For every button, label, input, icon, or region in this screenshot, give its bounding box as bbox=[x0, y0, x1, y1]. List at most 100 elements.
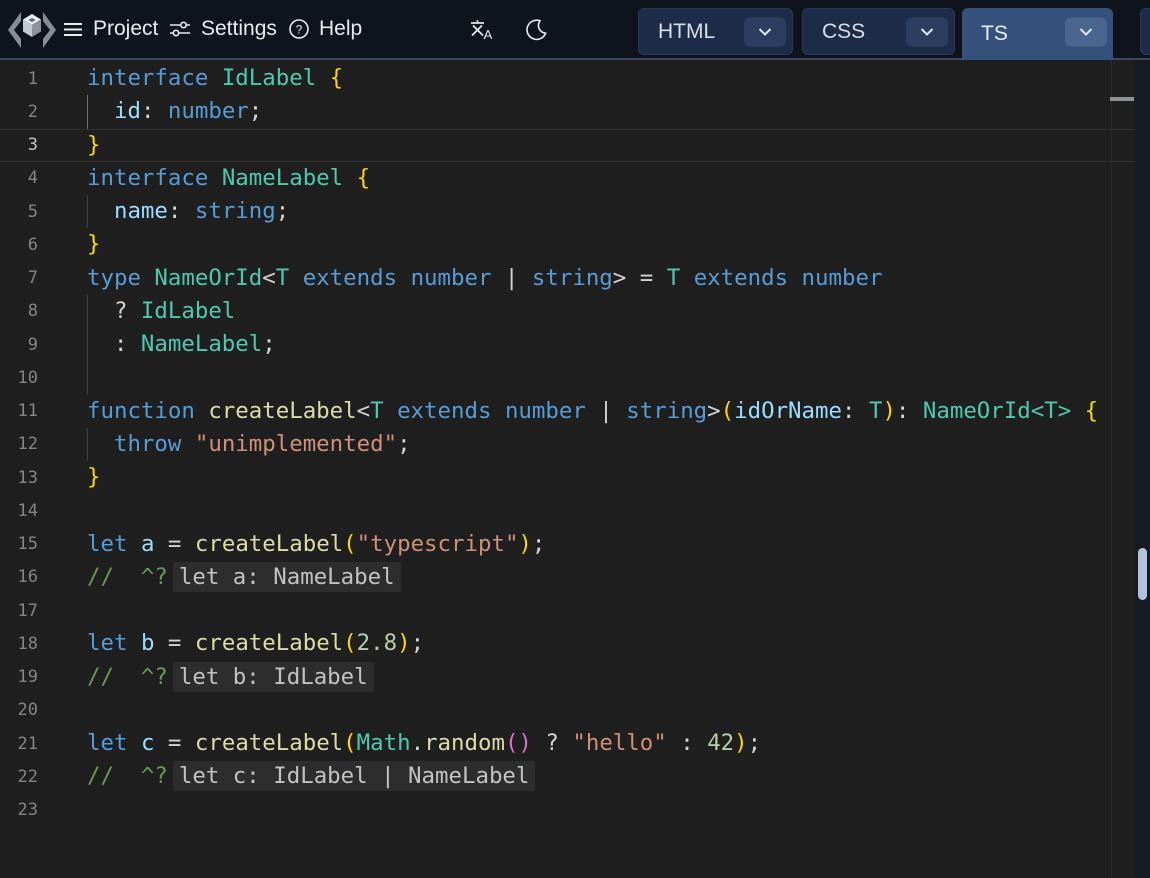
code-line-content: ? IdLabel bbox=[87, 295, 235, 328]
line-number: 20 bbox=[0, 700, 38, 720]
token-type: NameLabel bbox=[222, 165, 343, 191]
line-number: 18 bbox=[0, 634, 38, 654]
code-line[interactable]: 14 bbox=[0, 494, 1135, 527]
token-fn: random bbox=[424, 730, 505, 756]
token-type: T bbox=[370, 398, 383, 424]
token-kw: let bbox=[87, 630, 127, 656]
code-line[interactable]: 4interface NameLabel { bbox=[0, 162, 1135, 195]
tab-html-dropdown[interactable] bbox=[744, 17, 786, 46]
code-line[interactable]: 7type NameOrId<T extends number | string… bbox=[0, 262, 1135, 295]
token-pl: : bbox=[667, 730, 707, 756]
code-line[interactable]: 23 bbox=[0, 794, 1135, 827]
tab-ts-dropdown[interactable] bbox=[1065, 18, 1107, 47]
token-kw: string bbox=[195, 198, 276, 224]
token-kw: extends bbox=[397, 398, 491, 424]
token-b2: () bbox=[505, 730, 532, 756]
tab-html[interactable]: HTML bbox=[638, 8, 793, 55]
line-number: 17 bbox=[0, 601, 38, 621]
code-line[interactable]: 16// ^?let a: NameLabel bbox=[0, 561, 1135, 594]
twoslash-result: let a: NameLabel bbox=[173, 562, 401, 592]
code-line-content: id: number; bbox=[87, 95, 262, 128]
twoslash-result: let b: IdLabel bbox=[173, 662, 374, 692]
code-cube-logo bbox=[8, 8, 56, 52]
token-pl bbox=[788, 265, 801, 291]
code-line[interactable]: 2 id: number; bbox=[0, 95, 1135, 128]
tab-css-label: CSS bbox=[822, 20, 865, 44]
code-line-content: : NameLabel; bbox=[87, 328, 276, 361]
menu-help-label: Help bbox=[319, 17, 362, 41]
token-b1: ( bbox=[343, 630, 356, 656]
scrollbar-thumb[interactable] bbox=[1138, 548, 1147, 600]
line-number: 14 bbox=[0, 501, 38, 521]
code-line-content: } bbox=[87, 461, 100, 494]
token-kw: number bbox=[802, 265, 883, 291]
code-line[interactable]: 6} bbox=[0, 228, 1135, 261]
token-b1: } bbox=[87, 132, 100, 158]
twoslash-result: let c: IdLabel | NameLabel bbox=[173, 761, 536, 791]
tab-partial[interactable] bbox=[1140, 8, 1150, 55]
line-number: 5 bbox=[0, 202, 38, 222]
tab-css-dropdown[interactable] bbox=[906, 17, 948, 46]
token-pl bbox=[316, 65, 329, 91]
tab-css[interactable]: CSS bbox=[802, 8, 955, 55]
language-button[interactable]: A bbox=[468, 0, 495, 58]
code-line-content: function createLabel<T extends number | … bbox=[87, 395, 1098, 428]
code-line[interactable]: 21let c = createLabel(Math.random() ? "h… bbox=[0, 727, 1135, 760]
code-line-content: } bbox=[87, 228, 100, 261]
chevron-down-icon bbox=[1079, 28, 1093, 37]
topbar: Project Settings ? Help A HTML bbox=[0, 0, 1150, 60]
menu-settings-label: Settings bbox=[201, 17, 277, 41]
app-logo[interactable] bbox=[8, 8, 56, 52]
overview-ruler-cursor-marker bbox=[1110, 97, 1134, 101]
code-line-content: // ^?let c: IdLabel | NameLabel bbox=[87, 760, 535, 793]
token-b1: { bbox=[357, 165, 370, 191]
code-line[interactable]: 1interface IdLabel { bbox=[0, 62, 1135, 95]
code-line-content: let a = createLabel("typescript"); bbox=[87, 528, 545, 561]
tab-ts[interactable]: TS bbox=[962, 8, 1113, 60]
code-line[interactable]: 20 bbox=[0, 694, 1135, 727]
token-pl: > bbox=[707, 398, 720, 424]
menu-help[interactable]: ? Help bbox=[288, 0, 362, 58]
token-pl: : bbox=[87, 331, 141, 357]
token-pl: | bbox=[491, 265, 531, 291]
token-kw: extends bbox=[694, 265, 788, 291]
code-line[interactable]: 3} bbox=[0, 129, 1135, 162]
code-line[interactable]: 13} bbox=[0, 461, 1135, 494]
code-line[interactable]: 22// ^?let c: IdLabel | NameLabel bbox=[0, 760, 1135, 793]
token-pl bbox=[343, 165, 356, 191]
code-line[interactable]: 15let a = createLabel("typescript"); bbox=[0, 528, 1135, 561]
token-pl: > = bbox=[613, 265, 667, 291]
code-line[interactable]: 8 ? IdLabel bbox=[0, 295, 1135, 328]
code-line-content: interface IdLabel { bbox=[87, 62, 343, 95]
token-type: NameLabel bbox=[141, 331, 262, 357]
token-pl bbox=[289, 265, 302, 291]
code-line-content: throw "unimplemented"; bbox=[87, 428, 411, 461]
token-var: idOrName bbox=[734, 398, 842, 424]
token-pl: ? bbox=[87, 298, 141, 324]
token-pl: | bbox=[586, 398, 626, 424]
line-number: 16 bbox=[0, 567, 38, 587]
code-line[interactable]: 12 throw "unimplemented"; bbox=[0, 428, 1135, 461]
menu-settings[interactable]: Settings bbox=[168, 0, 277, 58]
token-str: "typescript" bbox=[357, 531, 519, 557]
token-type: T bbox=[276, 265, 289, 291]
right-pane-sliver bbox=[1135, 60, 1150, 878]
code-line[interactable]: 11function createLabel<T extends number … bbox=[0, 395, 1135, 428]
code-editor[interactable]: 1interface IdLabel {2 id: number;3}4inte… bbox=[0, 60, 1135, 878]
code-line[interactable]: 9 : NameLabel; bbox=[0, 328, 1135, 361]
code-line[interactable]: 18 let b = createLabel(2.8); bbox=[0, 627, 1135, 660]
token-b1: ( bbox=[343, 531, 356, 557]
code-line-content: let b = createLabel(2.8); bbox=[87, 627, 424, 660]
line-number: 3 bbox=[0, 135, 38, 155]
menu-project[interactable]: Project bbox=[62, 0, 158, 58]
token-pl: = bbox=[154, 630, 194, 656]
code-line[interactable]: 10 bbox=[0, 361, 1135, 394]
token-pl bbox=[680, 265, 693, 291]
token-fn: createLabel bbox=[208, 398, 356, 424]
code-line[interactable]: 5 name: string; bbox=[0, 195, 1135, 228]
svg-text:?: ? bbox=[296, 23, 303, 37]
token-b1: ) bbox=[518, 531, 531, 557]
code-line[interactable]: 17 bbox=[0, 594, 1135, 627]
theme-toggle-button[interactable] bbox=[525, 0, 548, 58]
code-line[interactable]: 19// ^?let b: IdLabel bbox=[0, 661, 1135, 694]
